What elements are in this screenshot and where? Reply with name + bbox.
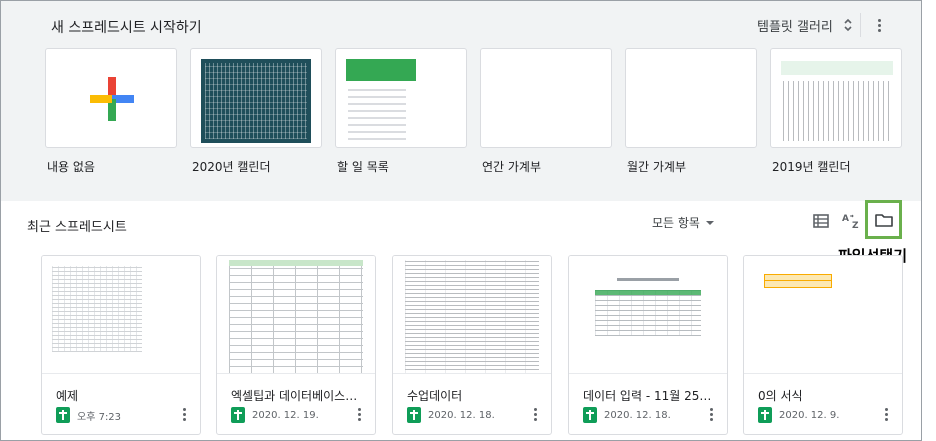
file-thumbnail <box>42 256 200 374</box>
template-annual-budget[interactable]: 연간 가계부 <box>480 48 612 175</box>
svg-text:Z: Z <box>852 221 859 230</box>
sheets-icon <box>231 407 245 423</box>
toolbar-divider <box>860 13 861 37</box>
template-thumbnail[interactable] <box>770 48 902 148</box>
file-name: 데이터 입력 - 11월 25일 오... <box>583 389 719 403</box>
file-date: 2020. 12. 19. <box>252 409 319 421</box>
template-calendar-2019[interactable]: 2019년 캘린더 <box>770 48 902 175</box>
file-card[interactable]: 0의 서식 2020. 12. 9. <box>743 255 903 435</box>
more-vert-icon[interactable] <box>882 406 890 422</box>
sheets-icon <box>583 407 597 423</box>
template-label: 할 일 목록 <box>337 160 389 174</box>
template-todo-list[interactable]: 할 일 목록 <box>335 48 467 175</box>
file-meta: 오후 7:23 <box>56 407 121 423</box>
gallery-title: 새 스프레드시트 시작하기 <box>51 20 202 36</box>
template-thumbnail[interactable] <box>190 48 322 148</box>
file-name: 0의 서식 <box>758 389 803 403</box>
file-thumbnail <box>217 256 375 374</box>
file-thumbnail <box>569 256 727 374</box>
sort-az-icon[interactable]: A Z <box>839 210 865 232</box>
file-meta: 2020. 12. 18. <box>407 407 495 423</box>
file-thumbnail <box>744 256 902 374</box>
file-name: 엑셀팁과 데이터베이스관리 <box>231 389 367 403</box>
sheets-icon <box>758 407 772 423</box>
file-name: 예제 <box>56 389 79 403</box>
folder-icon <box>874 213 893 227</box>
sheets-home: 새 스프레드시트 시작하기 템플릿 갤러리 내용 없음 2020년 캘린더 할 … <box>0 0 922 441</box>
list-view-icon[interactable] <box>810 210 832 232</box>
file-card[interactable]: 데이터 입력 - 11월 25일 오... 2020. 12. 18. <box>568 255 728 435</box>
file-meta: 2020. 12. 18. <box>583 407 671 423</box>
file-thumbnail <box>393 256 551 374</box>
sheets-icon <box>407 407 421 423</box>
template-label: 월간 가계부 <box>627 160 687 174</box>
template-label: 2019년 캘린더 <box>772 160 851 174</box>
more-vert-icon[interactable] <box>707 406 715 422</box>
more-vert-icon[interactable] <box>871 15 887 35</box>
template-calendar-2020[interactable]: 2020년 캘린더 <box>190 48 322 175</box>
template-gallery-label: 템플릿 갤러리 <box>757 19 833 35</box>
file-meta: 2020. 12. 9. <box>758 407 839 423</box>
file-card[interactable]: 예제 오후 7:23 <box>41 255 201 435</box>
template-thumbnail[interactable] <box>335 48 467 148</box>
template-monthly-budget[interactable]: 월간 가계부 <box>625 48 757 175</box>
file-card[interactable]: 수업데이터 2020. 12. 18. <box>392 255 552 435</box>
owner-filter-dropdown[interactable]: 모든 항목 <box>652 214 714 231</box>
file-name: 수업데이터 <box>407 389 463 403</box>
owner-filter-label: 모든 항목 <box>652 216 700 230</box>
template-label: 연간 가계부 <box>482 160 542 174</box>
file-date: 2020. 12. 9. <box>779 409 840 421</box>
plus-icon <box>90 77 134 121</box>
unfold-icon <box>843 18 853 32</box>
more-vert-icon[interactable] <box>355 406 363 422</box>
file-date: 2020. 12. 18. <box>428 409 495 421</box>
more-vert-icon[interactable] <box>180 406 188 422</box>
template-label: 내용 없음 <box>47 160 95 174</box>
template-thumbnail[interactable] <box>480 48 612 148</box>
file-picker-button[interactable] <box>865 200 902 239</box>
template-thumbnail[interactable] <box>625 48 757 148</box>
file-date: 오후 7:23 <box>77 411 122 423</box>
more-vert-icon[interactable] <box>531 406 539 422</box>
svg-text:A: A <box>842 214 849 224</box>
template-gallery-button[interactable]: 템플릿 갤러리 <box>757 15 853 35</box>
template-thumbnail[interactable] <box>45 48 177 148</box>
template-blank[interactable]: 내용 없음 <box>45 48 177 175</box>
sheets-icon <box>56 407 70 423</box>
template-label: 2020년 캘린더 <box>192 160 271 174</box>
file-date: 2020. 12. 18. <box>604 409 671 421</box>
recent-title: 최근 스프레드시트 <box>27 220 127 235</box>
caret-down-icon <box>705 220 714 225</box>
file-meta: 2020. 12. 19. <box>231 407 319 423</box>
file-card[interactable]: 엑셀팁과 데이터베이스관리 2020. 12. 19. <box>216 255 376 435</box>
template-gallery: 새 스프레드시트 시작하기 템플릿 갤러리 내용 없음 2020년 캘린더 할 … <box>1 1 921 201</box>
